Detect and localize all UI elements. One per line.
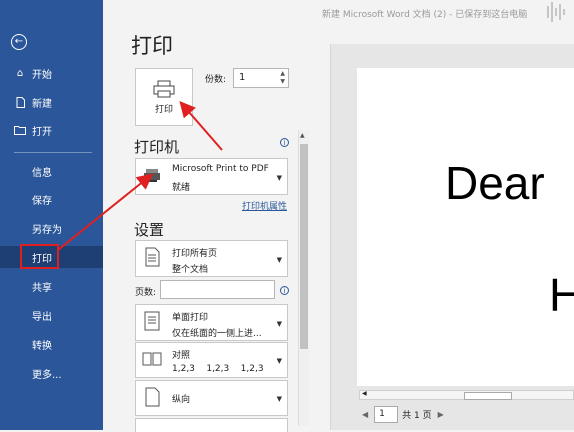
- sides-sub: 仅在纸面的一侧上进...: [172, 329, 262, 339]
- portrait-icon: [145, 387, 160, 407]
- printer-section-title: 打印机: [134, 138, 180, 156]
- print-range-main: 打印所有页: [172, 249, 218, 259]
- preview-text-line1: Dear: [445, 157, 545, 209]
- collate-main: 对照: [172, 351, 191, 361]
- print-button-label: 打印: [154, 104, 173, 115]
- sidebar-item-label: 保存: [32, 195, 52, 207]
- preview-page: Dear H: [357, 68, 574, 386]
- sidebar-item-label: 信息: [32, 167, 52, 179]
- printer-icon: [153, 80, 175, 97]
- chevron-down-icon: ▼: [276, 357, 282, 365]
- settings-scrollbar[interactable]: ▲: [298, 130, 309, 426]
- pages-label: 页数:: [135, 288, 157, 298]
- scrollbar-thumb[interactable]: [464, 392, 512, 400]
- sidebar-item-new[interactable]: 新建: [0, 91, 103, 113]
- sidebar-item-label: 导出: [32, 311, 52, 323]
- copies-label: 份数:: [205, 75, 227, 85]
- sidebar-item-transform[interactable]: 转换: [0, 333, 103, 355]
- chevron-down-icon: ▼: [276, 320, 282, 328]
- sidebar-item-label: 另存为: [32, 224, 62, 236]
- back-arrow-icon[interactable]: ←: [11, 34, 27, 50]
- orientation-main: 纵向: [172, 395, 191, 405]
- chevron-down-icon: ▼: [276, 395, 282, 403]
- sidebar-item-save[interactable]: 保存: [0, 188, 103, 210]
- sidebar-item-label: 打开: [32, 126, 52, 138]
- collate-select[interactable]: 对照 1,2,3 1,2,3 1,2,3 ▼: [135, 342, 288, 378]
- pages-input[interactable]: [160, 280, 275, 299]
- info-icon[interactable]: i: [280, 138, 289, 147]
- sidebar-item-info[interactable]: 信息: [0, 160, 103, 182]
- page-number-input[interactable]: 1: [374, 406, 399, 423]
- sidebar-item-label: 转换: [32, 340, 52, 352]
- preview-text-line2: H: [549, 269, 574, 321]
- scroll-up-icon[interactable]: ▲: [300, 132, 305, 139]
- info-icon[interactable]: i: [280, 286, 289, 295]
- sidebar-item-share[interactable]: 共享: [0, 275, 103, 297]
- pages-icon: [145, 247, 160, 267]
- sides-select[interactable]: 单面打印 仅在纸面的一侧上进... ▼: [135, 304, 288, 341]
- preview-horizontal-scrollbar[interactable]: ◀: [359, 390, 574, 400]
- collate-sub: 1,2,3 1,2,3 1,2,3: [172, 364, 264, 374]
- copies-stepper[interactable]: 1 ▲ ▼: [233, 68, 289, 88]
- scroll-left-icon[interactable]: ◀: [362, 390, 367, 397]
- print-range-select[interactable]: 打印所有页 整个文档 ▼: [135, 240, 288, 277]
- new-doc-icon: [14, 96, 26, 108]
- printer-status: 就绪: [172, 183, 191, 193]
- previous-page-icon[interactable]: ◀: [362, 410, 368, 419]
- copies-value: 1: [239, 72, 246, 83]
- printer-select[interactable]: Microsoft Print to PDF 就绪 ▼: [135, 158, 288, 195]
- sidebar-item-label: 新建: [32, 98, 52, 110]
- sound-wave-icon: [547, 2, 565, 22]
- settings-section-title: 设置: [134, 221, 165, 239]
- sidebar-item-open[interactable]: 打开: [0, 119, 103, 141]
- window-title: 新建 Microsoft Word 文档 (2) - 已保存到这台电脑: [322, 10, 528, 20]
- sidebar-item-home[interactable]: ⌂ 开始: [0, 62, 103, 84]
- annotation-highlight-box: [20, 244, 59, 269]
- collate-icon: [142, 352, 162, 366]
- printer-name: Microsoft Print to PDF: [172, 164, 269, 174]
- printer-properties-link[interactable]: 打印机属性: [242, 199, 287, 212]
- sidebar-item-label: 开始: [32, 69, 52, 81]
- sidebar-item-label: 共享: [32, 282, 52, 294]
- sidebar-item-more[interactable]: 更多...: [0, 362, 103, 384]
- page-total: 共 1 页: [402, 411, 432, 421]
- chevron-down-icon: ▼: [276, 174, 282, 182]
- sidebar-divider: [14, 152, 92, 153]
- printer-device-icon: [144, 169, 160, 182]
- print-button[interactable]: 打印: [135, 68, 193, 126]
- home-icon: ⌂: [16, 67, 24, 79]
- sides-main: 单面打印: [172, 313, 209, 323]
- folder-icon: [14, 124, 26, 136]
- page-navigator: ◀ 1 共 1 页 ▶: [362, 406, 444, 423]
- page-title: 打印: [131, 34, 173, 58]
- spin-arrows-icon[interactable]: ▲ ▼: [280, 70, 285, 86]
- chevron-down-icon: ▼: [276, 256, 282, 264]
- backstage-sidebar: ← ⌂ 开始 新建 打开 信息 保存 另存为 打印 共享 导出 转换 更多...: [0, 0, 103, 430]
- sidebar-item-export[interactable]: 导出: [0, 304, 103, 326]
- print-range-sub: 整个文档: [172, 265, 209, 275]
- scrollbar-thumb[interactable]: [300, 144, 308, 349]
- sidebar-item-label: 更多...: [32, 369, 62, 381]
- orientation-select[interactable]: 纵向 ▼: [135, 380, 288, 416]
- single-sided-icon: [144, 311, 160, 331]
- next-page-icon[interactable]: ▶: [438, 410, 444, 419]
- sidebar-item-save-as[interactable]: 另存为: [0, 217, 103, 239]
